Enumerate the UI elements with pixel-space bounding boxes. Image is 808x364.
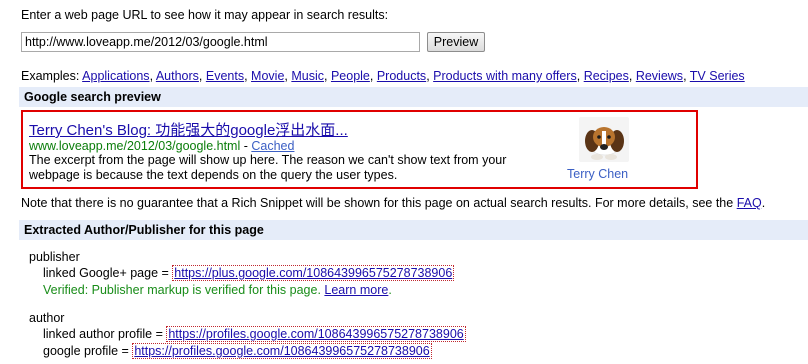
publisher-linked-label: linked Google+ page =: [43, 266, 173, 280]
extracted-section-header: Extracted Author/Publisher for this page: [19, 220, 808, 240]
publisher-linked-page: linked Google+ page = https://plus.googl…: [43, 265, 455, 281]
author-profile-url-link[interactable]: https://profiles.google.com/108643996575…: [168, 327, 463, 341]
author-name-link[interactable]: Terry Chen: [567, 167, 628, 181]
example-link-tv-series[interactable]: TV Series: [690, 69, 745, 83]
publisher-url-link[interactable]: https://plus.google.com/1086439965752787…: [174, 266, 452, 280]
note-text: Note that there is no guarantee that a R…: [21, 196, 737, 210]
author-photo: [579, 117, 629, 162]
search-result-preview: Terry Chen's Blog: 功能强大的google浮出水面... ww…: [21, 110, 698, 189]
result-url: www.loveapp.me/2012/03/google.html: [29, 139, 241, 153]
example-link-events[interactable]: Events: [206, 69, 244, 83]
example-link-products[interactable]: Products: [377, 69, 426, 83]
publisher-url-box: https://plus.google.com/1086439965752787…: [172, 265, 455, 281]
cached-link[interactable]: Cached: [251, 139, 294, 153]
url-separator: -: [240, 139, 252, 153]
examples-label: Examples:: [21, 69, 80, 83]
author-linked-profile: linked author profile = https://profiles…: [43, 326, 466, 342]
google-profile-url-box: https://profiles.google.com/108643996575…: [132, 343, 432, 359]
preview-button[interactable]: Preview: [427, 32, 485, 52]
example-link-recipes[interactable]: Recipes: [584, 69, 629, 83]
verified-end: .: [388, 283, 392, 297]
example-link-music[interactable]: Music: [291, 69, 324, 83]
result-url-line: www.loveapp.me/2012/03/google.html - Cac…: [29, 139, 294, 153]
publisher-verified: Verified: Publisher markup is verified f…: [43, 283, 392, 297]
faq-link[interactable]: FAQ: [737, 196, 762, 210]
preview-section-header: Google search preview: [19, 87, 808, 107]
result-snippet: The excerpt from the page will show up h…: [29, 153, 507, 182]
learn-more-link[interactable]: Learn more: [324, 283, 388, 297]
author-profile-url-box: https://profiles.google.com/108643996575…: [166, 326, 466, 342]
author-google-profile: google profile = https://profiles.google…: [43, 343, 432, 359]
publisher-label: publisher: [29, 250, 80, 264]
guarantee-note: Note that there is no guarantee that a R…: [21, 196, 765, 210]
note-end: .: [761, 196, 766, 210]
verified-text: Verified: Publisher markup is verified f…: [43, 283, 321, 297]
examples-bar: Examples: Applications, Authors, Events,…: [21, 69, 745, 83]
google-profile-label: google profile =: [43, 344, 133, 358]
example-link-products-many-offers[interactable]: Products with many offers: [433, 69, 577, 83]
intro-text: Enter a web page URL to see how it may a…: [21, 8, 389, 22]
url-input[interactable]: [21, 32, 420, 52]
example-link-applications[interactable]: Applications: [82, 69, 149, 83]
result-title-link[interactable]: Terry Chen's Blog: 功能强大的google浮出水面...: [29, 119, 348, 140]
dog-photo-icon: [579, 117, 629, 162]
author-label: author: [29, 311, 65, 325]
example-link-authors[interactable]: Authors: [156, 69, 199, 83]
example-link-people[interactable]: People: [331, 69, 370, 83]
example-link-reviews[interactable]: Reviews: [636, 69, 683, 83]
google-profile-url-link[interactable]: https://profiles.google.com/108643996575…: [134, 344, 429, 358]
author-linked-label: linked author profile =: [43, 327, 167, 341]
example-link-movie[interactable]: Movie: [251, 69, 284, 83]
